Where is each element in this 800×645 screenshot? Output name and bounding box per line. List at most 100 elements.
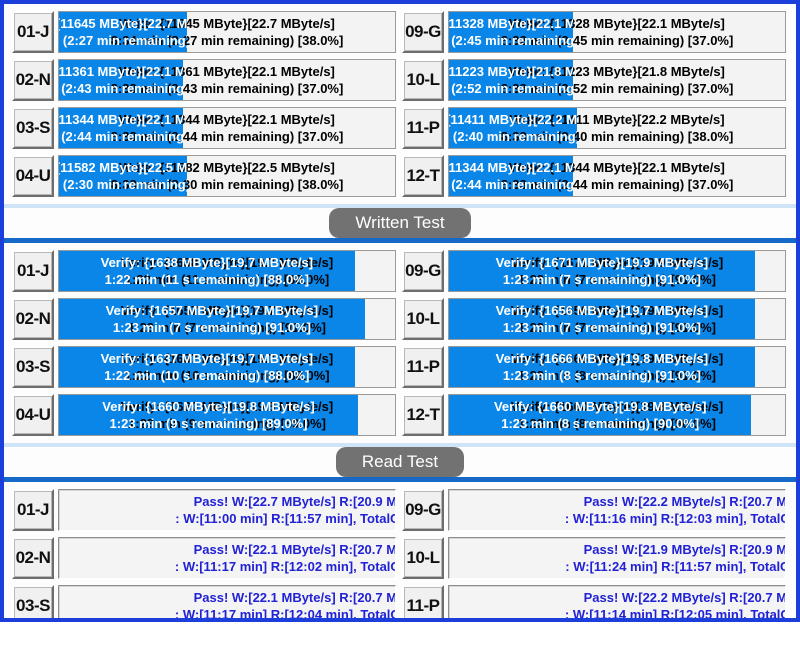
progress-text-filled: Verify: {1638 MByte}[19.7 MByte/s] 1:22 m… (59, 251, 355, 291)
progress-line-2-filled: 1:23 min (7 s remaining) [91.0%] (502, 272, 701, 287)
read-test-label-wrap: Read Test (4, 447, 796, 477)
progress-line-2-filled: 8:33 min (2:30 min remaining) [38.0%] (59, 177, 187, 192)
progress-bar: Verify: {1660 MByte}[19.8 MByte/s] 1:23 m… (448, 394, 786, 436)
device-row[interactable]: 09-G Write: {11328 MByte}[22.1 MByte/s] 8:… (400, 8, 790, 56)
pass-line-1: Pass! W:[22.1 MByte/s] R:[20.7 MByte/s] (193, 542, 396, 557)
device-row[interactable]: 11-P Pass! W:[22.2 MByte/s] R:[20.7 MByte… (400, 582, 790, 618)
device-row[interactable]: 01-JPass! W:[22.7 MByte/s] R:[20.9 MByte… (10, 486, 400, 534)
port-id-label: 10-L (402, 298, 444, 340)
device-row[interactable]: 09-GPass! W:[22.2 MByte/s] R:[20.7 MByte… (400, 486, 790, 534)
pass-result-rows: 01-JPass! W:[22.7 MByte/s] R:[20.9 MByte… (4, 482, 796, 618)
device-row[interactable]: 01-J Write: {11645 MByte}[22.7 MByte/s] 8:… (10, 8, 400, 56)
progress-line-1-filled: Verify: {1637 MByte}[19.7 MByte/s] (100, 351, 314, 366)
device-row[interactable]: 03-S Write: {11344 MByte}[22.1 MByte/s] 8:… (10, 104, 400, 152)
progress-bar: Write: {11582 MByte}[22.5 MByte/s] 8:33 m… (58, 155, 396, 197)
port-id-label: 10-L (402, 59, 444, 101)
device-row[interactable]: 10-LPass! W:[21.9 MByte/s] R:[20.9 MByte… (400, 534, 790, 582)
progress-bar: Write: {11344 MByte}[22.1 MByte/s] 8:33 m… (448, 155, 786, 197)
progress-line-1-filled: Verify: {1671 MByte}[19.9 MByte/s] (495, 255, 709, 270)
progress-bar: Write: {11328 MByte}[22.1 MByte/s] 8:32 m… (448, 11, 786, 53)
progress-line-1-filled: Verify: {1657 MByte}[19.7 MByte/s] (105, 303, 319, 318)
pass-result-text: Pass! W:[22.1 MByte/s] R:[20.7 MByte/s]:… (59, 538, 396, 578)
progress-line-2-filled: 1:23 min (7 s remaining) [91.0%] (112, 320, 311, 335)
progress-bar: Write: {11361 MByte}[22.1 MByte/s] 8:33 m… (58, 59, 396, 101)
progress-bar: Verify: {1666 MByte}[19.8 MByte/s] 1:23 m… (448, 346, 786, 388)
write-test-rows: 01-J Write: {11645 MByte}[22.7 MByte/s] 8:… (4, 4, 796, 204)
write-test-section: 01-J Write: {11645 MByte}[22.7 MByte/s] 8:… (4, 4, 796, 243)
device-row[interactable]: 11-P Verify: {1666 MByte}[19.8 MByte/s] 1:… (400, 343, 790, 391)
device-row[interactable]: 10-L Verify: {1656 MByte}[19.7 MByte/s] 1:… (400, 295, 790, 343)
progress-line-1-filled: Write: {11344 MByte}[22.1 MByte/s] (449, 160, 573, 175)
progress-bar: Write: {11411 MByte}[22.2 MByte/s] 8:33 m… (448, 107, 786, 149)
progress-line-2-filled: 8:32 min (2:45 min remaining) [37.0%] (449, 33, 574, 48)
progress-line-1-filled: Write: {11582 MByte}[22.5 MByte/s] (59, 160, 187, 175)
port-id-label: 03-S (12, 346, 54, 388)
port-id-label: 03-S (12, 107, 54, 149)
progress-line-1-filled: Verify: {1660 MByte}[19.8 MByte/s] (493, 399, 707, 414)
progress-text-filled: Write: {11582 MByte}[22.5 MByte/s] 8:33 m… (59, 156, 187, 196)
pass-result-text: Pass! W:[22.7 MByte/s] R:[20.9 MByte/s]:… (59, 490, 395, 530)
port-id-label: 11-P (402, 346, 444, 388)
port-id-label: 12-T (402, 155, 444, 197)
progress-bar: Write: {11223 MByte}[21.8 MByte/s] 8:33 m… (448, 59, 786, 101)
pass-results-section: 01-JPass! W:[22.7 MByte/s] R:[20.9 MByte… (4, 482, 796, 618)
progress-line-1-filled: Verify: {1656 MByte}[19.7 MByte/s] (495, 303, 709, 318)
port-id-label: 02-N (12, 298, 54, 340)
port-id-label: 11-P (402, 585, 444, 618)
progress-line-1-filled: Verify: {1660 MByte}[19.8 MByte/s] (102, 399, 315, 414)
device-row[interactable]: 04-U Verify: {1660 MByte}[19.8 MByte/s] 1:… (10, 391, 400, 439)
progress-line-1-filled: Write: {11223 MByte}[21.8 MByte/s] (449, 64, 573, 79)
progress-text-filled: Write: {11223 MByte}[21.8 MByte/s] 8:33 m… (449, 60, 573, 100)
device-row[interactable]: 11-P Write: {11411 MByte}[22.2 MByte/s] 8:… (400, 104, 790, 152)
pass-result-box: Pass! W:[22.2 MByte/s] R:[20.7 MByte/s]:… (448, 489, 786, 531)
progress-line-1-filled: Write: {11411 MByte}[22.2 MByte/s] (449, 112, 577, 127)
device-row[interactable]: 02-N Verify: {1657 MByte}[19.7 MByte/s] 1:… (10, 295, 400, 343)
pass-line-2: : W:[11:17 min] R:[12:04 min], TotalCap:… (174, 607, 395, 618)
device-row[interactable]: 10-L Write: {11223 MByte}[21.8 MByte/s] 8:… (400, 56, 790, 104)
pass-result-text: Pass! W:[22.1 MByte/s] R:[20.7 MByte/s]:… (59, 586, 396, 618)
progress-text-filled: Write: {11344 MByte}[22.1 MByte/s] 8:33 m… (449, 156, 573, 196)
port-id-label: 09-G (402, 250, 444, 292)
device-row[interactable]: 01-J Verify: {1638 MByte}[19.7 MByte/s] 1:… (10, 247, 400, 295)
pass-result-box: Pass! W:[22.1 MByte/s] R:[20.7 MByte/s]:… (58, 585, 396, 618)
progress-bar: Verify: {1660 MByte}[19.8 MByte/s] 1:23 m… (58, 394, 396, 436)
port-id-label: 11-P (402, 107, 444, 149)
duplicator-status-window: 01-J Write: {11645 MByte}[22.7 MByte/s] 8:… (0, 0, 800, 622)
port-id-label: 02-N (12, 59, 54, 101)
device-row[interactable]: 09-G Verify: {1671 MByte}[19.9 MByte/s] 1:… (400, 247, 790, 295)
progress-bar: Verify: {1656 MByte}[19.7 MByte/s] 1:23 m… (448, 298, 786, 340)
progress-text-filled: Verify: {1671 MByte}[19.9 MByte/s] 1:23 m… (449, 251, 755, 291)
port-id-label: 03-S (12, 585, 54, 618)
port-id-label: 04-U (12, 155, 54, 197)
pass-line-1: Pass! W:[22.1 MByte/s] R:[20.7 MByte/s] (193, 590, 396, 605)
device-row[interactable]: 03-S Verify: {1637 MByte}[19.7 MByte/s] 1:… (10, 343, 400, 391)
progress-bar: Write: {11645 MByte}[22.7 MByte/s] 8:34 m… (58, 11, 396, 53)
port-id-label: 12-T (402, 394, 444, 436)
device-row[interactable]: 02-NPass! W:[22.1 MByte/s] R:[20.7 MByte… (10, 534, 400, 582)
progress-line-1-filled: Write: {11361 MByte}[22.1 MByte/s] (59, 64, 183, 79)
device-row[interactable]: 03-SPass! W:[22.1 MByte/s] R:[20.7 MByte… (10, 582, 400, 618)
device-row[interactable]: 12-T Verify: {1660 MByte}[19.8 MByte/s] 1:… (400, 391, 790, 439)
device-row[interactable]: 02-N Write: {11361 MByte}[22.1 MByte/s] 8:… (10, 56, 400, 104)
progress-text-filled: Verify: {1656 MByte}[19.7 MByte/s] 1:23 m… (449, 299, 755, 339)
progress-line-2-filled: 1:22 min (11 s remaining) [88.0%] (104, 272, 310, 287)
device-row[interactable]: 04-U Write: {11582 MByte}[22.5 MByte/s] 8:… (10, 152, 400, 200)
progress-line-2-filled: 8:33 min (2:44 min remaining) [37.0%] (449, 177, 574, 192)
progress-line-2-filled: 8:34 min (2:27 min remaining) [38.0%] (59, 33, 187, 48)
progress-line-2-filled: 1:23 min (8 s remaining) [90.0%] (501, 416, 700, 431)
pass-result-box: Pass! W:[22.7 MByte/s] R:[20.9 MByte/s]:… (58, 489, 396, 531)
pass-line-1: Pass! W:[22.2 MByte/s] R:[20.7 MByte/s] (583, 590, 786, 605)
port-id-label: 10-L (402, 537, 444, 579)
device-row[interactable]: 12-T Write: {11344 MByte}[22.1 MByte/s] 8:… (400, 152, 790, 200)
port-id-label: 02-N (12, 537, 54, 579)
progress-text-filled: Write: {11328 MByte}[22.1 MByte/s] 8:32 m… (449, 12, 573, 52)
progress-line-1-filled: Write: {11344 MByte}[22.1 MByte/s] (59, 112, 183, 127)
read-test-pill: Read Test (335, 447, 465, 477)
port-id-label: 09-G (402, 489, 444, 531)
pass-line-2: : W:[11:17 min] R:[12:02 min], TotalCap:… (174, 559, 395, 574)
progress-line-2-filled: 1:23 min (7 s remaining) [91.0%] (502, 320, 701, 335)
pass-result-box: Pass! W:[21.9 MByte/s] R:[20.9 MByte/s]:… (448, 537, 786, 579)
progress-text-filled: Write: {11645 MByte}[22.7 MByte/s] 8:34 m… (59, 12, 187, 52)
progress-line-1-filled: Verify: {1638 MByte}[19.7 MByte/s] (100, 255, 314, 270)
progress-line-2-filled: 1:22 min (10 s remaining) [88.0%] (104, 368, 310, 383)
